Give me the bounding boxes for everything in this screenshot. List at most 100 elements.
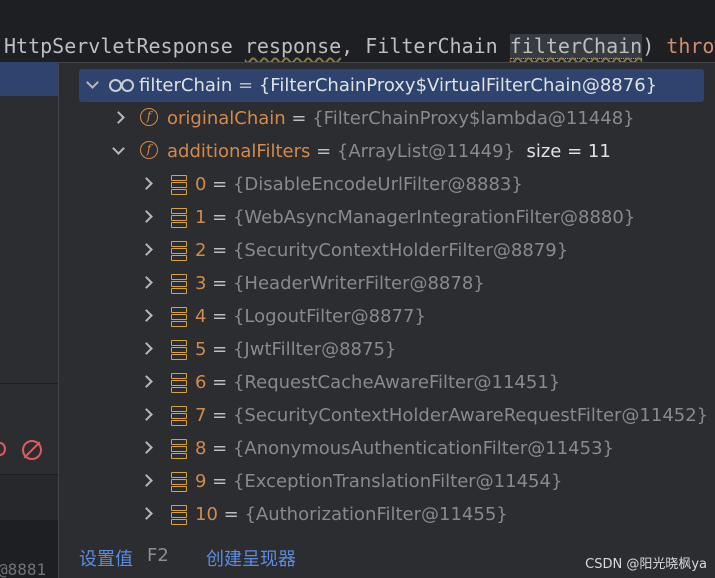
list-item[interactable]: 0 = {DisableEncodeUrlFilter@8883}: [59, 168, 715, 201]
param-response[interactable]: response: [245, 34, 341, 58]
tree-row-additionalfilters[interactable]: f additionalFilters = {ArrayList@11449} …: [59, 135, 715, 168]
item-value: {DisableEncodeUrlFilter@8883}: [232, 174, 523, 195]
list-item[interactable]: 3 = {HeaderWriterFilter@8878}: [59, 267, 715, 300]
row-text: 6 = {RequestCacheAwareFilter@11451}: [195, 366, 560, 399]
list-element-icon: [171, 208, 187, 228]
var-value: {FilterChainProxy$lambda@11448}: [312, 108, 635, 129]
shortcut-hint: F2: [147, 545, 169, 566]
chevron-down-icon[interactable]: [85, 69, 101, 102]
list-item[interactable]: 7 = {SecurityContextHolderAwareRequestFi…: [59, 399, 715, 432]
chevron-right-icon[interactable]: [139, 267, 155, 300]
item-value: {HeaderWriterFilter@8878}: [232, 273, 485, 294]
debug-value-popup: filterChain = {FilterChainProxy$VirtualF…: [58, 62, 715, 578]
breakpoint-icon[interactable]: [0, 442, 6, 456]
chevron-down-icon[interactable]: [111, 135, 127, 168]
var-name: additionalFilters: [167, 141, 311, 162]
chevron-right-icon[interactable]: [139, 333, 155, 366]
item-index: 0: [195, 174, 207, 195]
chevron-right-icon[interactable]: [139, 498, 155, 531]
chevron-right-icon[interactable]: [139, 432, 155, 465]
item-index: 9: [195, 471, 207, 492]
item-value: {SecurityContextHolderAwareRequestFilter…: [232, 405, 709, 426]
chevron-right-icon[interactable]: [139, 168, 155, 201]
chevron-right-icon[interactable]: [139, 366, 155, 399]
set-value-link[interactable]: 设置值: [79, 545, 133, 571]
equals: =: [285, 108, 313, 129]
watermark: CSDN @阳光晓枫ya: [585, 557, 707, 572]
equals: =: [310, 141, 337, 162]
param-filterchain-hovered[interactable]: filterChain: [509, 34, 643, 59]
tree-row-filterchain[interactable]: filterChain = {FilterChainProxy$VirtualF…: [59, 69, 715, 102]
item-value: {AuthorizationFilter@11455}: [244, 504, 508, 525]
mute-breakpoints-icon[interactable]: [22, 440, 42, 460]
row-text: 3 = {HeaderWriterFilter@8878}: [195, 267, 485, 300]
list-item[interactable]: 1 = {WebAsyncManagerIntegrationFilter@88…: [59, 201, 715, 234]
tree-row-originalchain[interactable]: f originalChain = {FilterChainProxy$lamb…: [59, 102, 715, 135]
equals: =: [206, 339, 233, 360]
row-text: 1 = {WebAsyncManagerIntegrationFilter@88…: [195, 201, 635, 234]
equals: =: [217, 504, 245, 525]
list-element-icon: [171, 307, 187, 327]
item-value: {SecurityContextHolderFilter@8879}: [232, 240, 569, 261]
field-icon: f: [140, 141, 158, 159]
row-text: additionalFilters = {ArrayList@11449} si…: [167, 135, 611, 168]
item-index: 10: [195, 504, 218, 525]
var-value: {FilterChainProxy$VirtualFilterChain@887…: [258, 75, 658, 96]
item-index: 3: [195, 273, 207, 294]
chevron-right-icon[interactable]: [139, 300, 155, 333]
equals: =: [206, 405, 233, 426]
equals: =: [206, 174, 233, 195]
equals: =: [206, 306, 233, 327]
list-item[interactable]: 2 = {SecurityContextHolderFilter@8879}: [59, 234, 715, 267]
chevron-right-icon[interactable]: [111, 102, 127, 135]
row-text: 9 = {ExceptionTranslationFilter@11454}: [195, 465, 562, 498]
list-item[interactable]: 8 = {AnonymousAuthenticationFilter@11453…: [59, 432, 715, 465]
code-close: ): [642, 34, 667, 58]
code-type: HttpServletResponse: [4, 34, 245, 58]
list-element-icon: [171, 241, 187, 261]
list-item[interactable]: 6 = {RequestCacheAwareFilter@11451}: [59, 366, 715, 399]
item-index: 1: [195, 207, 207, 228]
equals: =: [232, 75, 259, 96]
list-size: size = 11: [526, 141, 611, 162]
item-value: {LogoutFilter@8877}: [232, 306, 426, 327]
list-element-icon: [171, 340, 187, 360]
background-selected-row: [0, 62, 58, 96]
equals: =: [206, 273, 233, 294]
chevron-right-icon[interactable]: [139, 465, 155, 498]
var-name: filterChain: [139, 75, 233, 96]
code-separator: , FilterChain: [341, 34, 510, 58]
list-element-icon: [171, 472, 187, 492]
list-element-icon: [171, 274, 187, 294]
row-text: 10 = {AuthorizationFilter@11455}: [195, 498, 508, 531]
row-text: filterChain = {FilterChainProxy$VirtualF…: [139, 69, 657, 102]
create-renderer-link[interactable]: 创建呈现器: [206, 545, 296, 571]
item-index: 4: [195, 306, 207, 327]
chevron-right-icon[interactable]: [139, 234, 155, 267]
item-index: 2: [195, 240, 207, 261]
list-item[interactable]: 4 = {LogoutFilter@8877}: [59, 300, 715, 333]
row-text: 0 = {DisableEncodeUrlFilter@8883}: [195, 168, 523, 201]
item-value: {RequestCacheAwareFilter@11451}: [232, 372, 561, 393]
list-item[interactable]: 10 = {AuthorizationFilter@11455}: [59, 498, 715, 531]
item-value: {JwtFillter@8875}: [232, 339, 397, 360]
code-text: HttpServletResponse response, FilterChai…: [4, 34, 715, 59]
item-index: 6: [195, 372, 207, 393]
list-item[interactable]: 9 = {ExceptionTranslationFilter@11454}: [59, 465, 715, 498]
row-text: 7 = {SecurityContextHolderAwareRequestFi…: [195, 399, 708, 432]
item-index: 5: [195, 339, 207, 360]
row-text: 8 = {AnonymousAuthenticationFilter@11453…: [195, 432, 614, 465]
list-item[interactable]: 5 = {JwtFillter@8875}: [59, 333, 715, 366]
code-editor-line[interactable]: HttpServletResponse response, FilterChai…: [0, 0, 715, 62]
row-text: 5 = {JwtFillter@8875}: [195, 333, 396, 366]
code-keyword: throw: [666, 34, 715, 58]
ide-window: HttpServletResponse response, FilterChai…: [0, 0, 715, 578]
item-index: 8: [195, 438, 207, 459]
equals: =: [206, 438, 233, 459]
chevron-right-icon[interactable]: [139, 399, 155, 432]
item-value: {WebAsyncManagerIntegrationFilter@8880}: [232, 207, 636, 228]
watch-glasses-icon: [109, 79, 134, 92]
chevron-right-icon[interactable]: [139, 201, 155, 234]
gutter-number: @8881: [0, 560, 47, 578]
equals: =: [206, 240, 233, 261]
